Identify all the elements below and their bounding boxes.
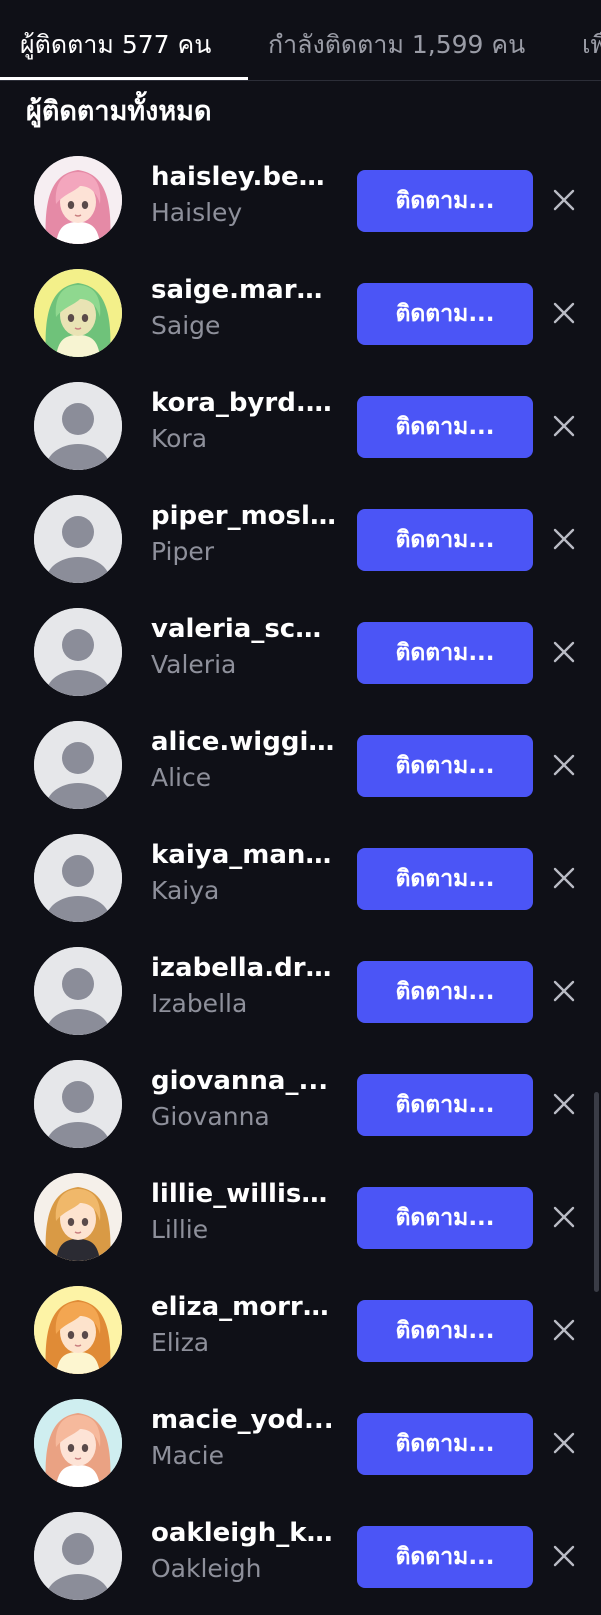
default-avatar-icon[interactable] [34, 608, 122, 696]
follow-back-button[interactable]: ติดตาม... [357, 1074, 533, 1136]
display-name: Valeria [151, 650, 237, 679]
follower-list: haisley.ben... Haisley ติดตาม... saige.mars… [0, 146, 601, 1615]
follow-back-button[interactable]: ติดตาม... [357, 170, 533, 232]
username[interactable]: kora_byrd.l... [151, 386, 336, 420]
username[interactable]: valeria_sch... [151, 612, 336, 646]
follow-back-button[interactable]: ติดตาม... [357, 848, 533, 910]
section-title: ผู้ติดตามทั้งหมด [26, 96, 212, 127]
username[interactable]: alice.wiggi... [151, 725, 336, 759]
tab-followers[interactable]: ผู้ติดตาม 577 คน [20, 28, 211, 62]
display-name: Macie [151, 1441, 224, 1470]
tab-following[interactable]: กำลังติดตาม 1,599 คน [268, 28, 525, 62]
follow-back-button[interactable]: ติดตาม... [357, 1413, 533, 1475]
username[interactable]: oakleigh_k... [151, 1516, 336, 1550]
follow-back-button[interactable]: ติดตาม... [357, 396, 533, 458]
display-name: Haisley [151, 198, 243, 227]
display-name: Piper [151, 537, 215, 566]
username[interactable]: eliza_morri... [151, 1290, 336, 1324]
follower-row[interactable]: kora_byrd.l... Kora ติดตาม... [0, 372, 601, 485]
close-icon[interactable] [548, 975, 580, 1007]
display-name: Lillie [151, 1215, 209, 1244]
avatar[interactable] [34, 1399, 122, 1487]
close-icon[interactable] [548, 1314, 580, 1346]
avatar[interactable] [34, 1173, 122, 1261]
username[interactable]: lillie_willis_... [151, 1177, 336, 1211]
close-icon[interactable] [548, 297, 580, 329]
follower-row[interactable]: piper_mosl... Piper ติดตาม... [0, 485, 601, 598]
scrollbar[interactable] [594, 1092, 599, 1292]
close-icon[interactable] [548, 184, 580, 216]
follow-back-button[interactable]: ติดตาม... [357, 509, 533, 571]
follower-row[interactable]: oakleigh_k... Oakleigh ติดตาม... [0, 1502, 601, 1615]
follower-row[interactable]: valeria_sch... Valeria ติดตาม... [0, 598, 601, 711]
display-name: Oakleigh [151, 1554, 262, 1583]
default-avatar-icon[interactable] [34, 721, 122, 809]
follow-back-button[interactable]: ติดตาม... [357, 1526, 533, 1588]
display-name: Kaiya [151, 876, 220, 905]
username[interactable]: kaiya_mann... [151, 838, 336, 872]
follower-row[interactable]: kaiya_mann... Kaiya ติดตาม... [0, 824, 601, 937]
close-icon[interactable] [548, 523, 580, 555]
close-icon[interactable] [548, 410, 580, 442]
follower-row[interactable]: izabella.dra... Izabella ติดตาม... [0, 937, 601, 1050]
follow-back-button[interactable]: ติดตาม... [357, 622, 533, 684]
avatar[interactable] [34, 1286, 122, 1374]
display-name: Izabella [151, 989, 248, 1018]
username[interactable]: saige.mars... [151, 273, 336, 307]
display-name: Alice [151, 763, 212, 792]
default-avatar-icon[interactable] [34, 382, 122, 470]
tab-bar: ผู้ติดตาม 577 คน กำลังติดตาม 1,599 คน เพ… [0, 0, 601, 81]
username[interactable]: macie_yod... [151, 1403, 336, 1437]
username[interactable]: giovanna_... [151, 1064, 336, 1098]
follow-back-button[interactable]: ติดตาม... [357, 961, 533, 1023]
display-name: Eliza [151, 1328, 210, 1357]
follower-row[interactable]: lillie_willis_... Lillie ติดตาม... [0, 1163, 601, 1276]
display-name: Saige [151, 311, 221, 340]
default-avatar-icon[interactable] [34, 834, 122, 922]
close-icon[interactable] [548, 636, 580, 668]
avatar[interactable] [34, 156, 122, 244]
display-name: Kora [151, 424, 208, 453]
close-icon[interactable] [548, 749, 580, 781]
avatar[interactable] [34, 269, 122, 357]
tab-friends[interactable]: เพื่อน [582, 28, 601, 62]
default-avatar-icon[interactable] [34, 495, 122, 583]
username[interactable]: izabella.dra... [151, 951, 336, 985]
default-avatar-icon[interactable] [34, 1512, 122, 1600]
close-icon[interactable] [548, 1540, 580, 1572]
follow-back-button[interactable]: ติดตาม... [357, 1300, 533, 1362]
follower-row[interactable]: haisley.ben... Haisley ติดตาม... [0, 146, 601, 259]
close-icon[interactable] [548, 1088, 580, 1120]
close-icon[interactable] [548, 1201, 580, 1233]
close-icon[interactable] [548, 862, 580, 894]
close-icon[interactable] [548, 1427, 580, 1459]
follow-back-button[interactable]: ติดตาม... [357, 735, 533, 797]
username[interactable]: piper_mosl... [151, 499, 336, 533]
follower-row[interactable]: alice.wiggi... Alice ติดตาม... [0, 711, 601, 824]
display-name: Giovanna [151, 1102, 270, 1131]
follower-row[interactable]: macie_yod... Macie ติดตาม... [0, 1389, 601, 1502]
username[interactable]: haisley.ben... [151, 160, 336, 194]
follower-row[interactable]: eliza_morri... Eliza ติดตาม... [0, 1276, 601, 1389]
default-avatar-icon[interactable] [34, 947, 122, 1035]
default-avatar-icon[interactable] [34, 1060, 122, 1148]
follower-row[interactable]: saige.mars... Saige ติดตาม... [0, 259, 601, 372]
follower-row[interactable]: giovanna_... Giovanna ติดตาม... [0, 1050, 601, 1163]
follow-back-button[interactable]: ติดตาม... [357, 283, 533, 345]
active-tab-indicator [0, 77, 248, 80]
follow-back-button[interactable]: ติดตาม... [357, 1187, 533, 1249]
